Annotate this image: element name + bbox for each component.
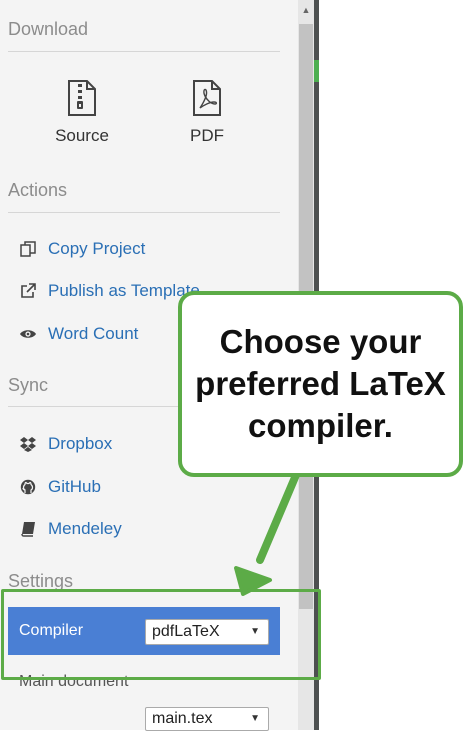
pdf-file-icon [193, 80, 221, 116]
callout-line: compiler. [248, 407, 393, 444]
sync-section-title: Sync [8, 375, 49, 395]
copy-project-link[interactable]: Copy Project [17, 236, 145, 262]
tutorial-callout: Choose your preferred LaTeX compiler. [178, 291, 463, 477]
copy-project-label: Copy Project [48, 239, 146, 258]
zip-file-icon [68, 80, 96, 116]
compiler-highlight-box [1, 589, 321, 680]
download-source-label: Source [55, 126, 109, 145]
eye-icon [17, 328, 39, 340]
section-divider [8, 51, 280, 52]
callout-text: Choose your preferred LaTeX compiler. [195, 321, 446, 447]
dropbox-label: Dropbox [48, 434, 113, 453]
github-label: GitHub [48, 477, 101, 496]
callout-line: preferred LaTeX [195, 365, 446, 402]
external-link-icon [17, 283, 39, 299]
download-pdf-label: PDF [190, 126, 224, 145]
publish-template-label: Publish as Template [48, 281, 200, 300]
publish-template-link[interactable]: Publish as Template [17, 278, 200, 304]
download-source-button[interactable]: Source [32, 80, 132, 146]
mendeley-link[interactable]: Mendeley [17, 516, 122, 542]
word-count-link[interactable]: Word Count [17, 321, 138, 347]
actions-section-title: Actions [8, 180, 68, 200]
dropbox-icon [17, 436, 39, 452]
scroll-up-icon[interactable]: ▲ [298, 0, 314, 20]
section-divider [8, 406, 178, 407]
dropdown-arrow-icon: ▼ [250, 713, 260, 724]
callout-line: Choose your [219, 323, 422, 360]
copy-icon [17, 241, 39, 257]
dropbox-link[interactable]: Dropbox [17, 431, 112, 457]
github-icon [17, 479, 39, 495]
mendeley-label: Mendeley [48, 519, 122, 538]
main-document-select[interactable]: main.tex ▼ [145, 707, 269, 731]
word-count-label: Word Count [48, 324, 139, 343]
section-divider [8, 212, 280, 213]
github-link[interactable]: GitHub [17, 474, 101, 500]
main-document-select-value: main.tex [152, 710, 213, 727]
book-icon [17, 521, 39, 537]
panel-divider-highlight [314, 60, 319, 82]
download-pdf-button[interactable]: PDF [157, 80, 257, 146]
download-section-title: Download [8, 19, 89, 39]
